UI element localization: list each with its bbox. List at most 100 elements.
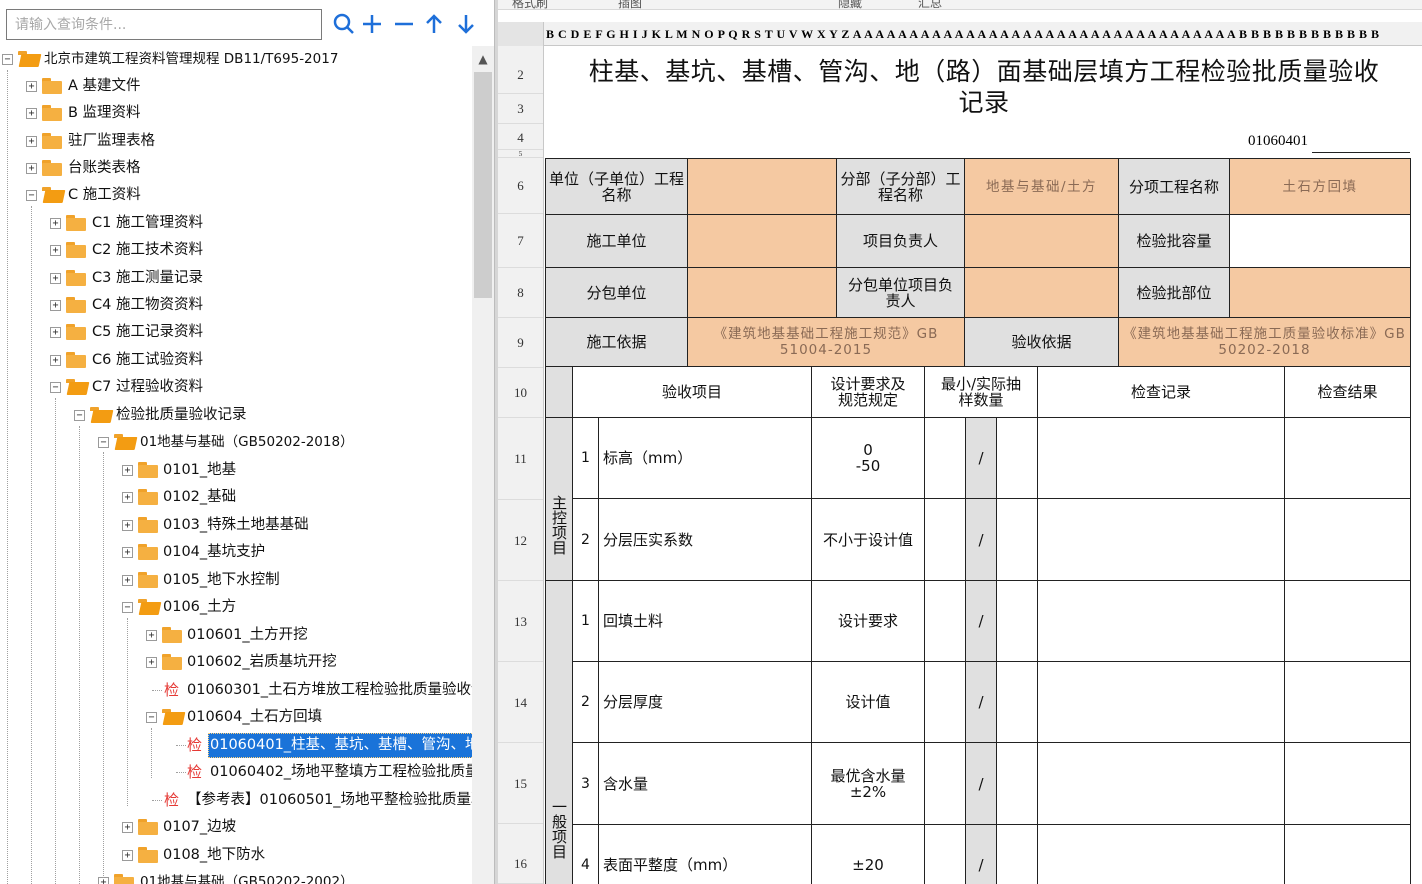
min-sample-cell[interactable] (924, 417, 966, 499)
expand-icon[interactable]: + (146, 630, 157, 641)
collapse-icon[interactable]: − (26, 190, 37, 201)
row-number[interactable]: 13 (498, 581, 543, 662)
expand-icon[interactable]: + (26, 81, 37, 92)
acceptance-basis-cell[interactable]: 《建筑地基基础工程施工质量验收标准》GB 50202-2018 (1118, 317, 1411, 367)
arrow-down-icon[interactable] (452, 9, 480, 39)
batch-capacity-cell[interactable] (1229, 214, 1411, 268)
tree-node-ref[interactable]: 检 【参考表】01060501_场地平整检验批质量验收记录 (0, 787, 472, 814)
sub-division-cell[interactable]: 地基与基础/土方 (964, 158, 1119, 215)
batch-location-cell[interactable] (1229, 267, 1411, 318)
insert-image-button[interactable]: 插图 (618, 0, 642, 9)
collapse-icon[interactable]: − (98, 437, 109, 448)
remove-icon[interactable] (390, 9, 418, 39)
row-number[interactable]: 5 (498, 150, 543, 158)
row-number[interactable]: 9 (498, 318, 543, 368)
expand-icon[interactable]: + (122, 492, 133, 503)
add-icon[interactable] (358, 9, 386, 39)
row-number[interactable]: 15 (498, 743, 543, 824)
row-number[interactable]: 6 (498, 158, 543, 214)
inspection-record-cell[interactable] (1037, 498, 1285, 581)
min-sample-cell[interactable] (924, 661, 966, 743)
row-number[interactable]: 11 (498, 418, 543, 500)
subcontractor-pm-cell[interactable] (964, 267, 1119, 318)
scroll-thumb[interactable] (474, 72, 492, 298)
row-number[interactable]: 16 (498, 824, 543, 884)
actual-sample-cell[interactable] (996, 742, 1038, 825)
row-number[interactable]: 4 (498, 126, 543, 150)
expand-icon[interactable]: + (26, 108, 37, 119)
inspection-result-cell[interactable] (1284, 742, 1411, 825)
inspection-result-cell[interactable] (1284, 580, 1411, 662)
expand-icon[interactable]: + (122, 520, 133, 531)
actual-sample-cell[interactable] (996, 580, 1038, 662)
actual-sample-cell[interactable] (996, 824, 1038, 884)
expand-icon[interactable]: + (50, 355, 61, 366)
subcontractor-cell[interactable] (687, 267, 837, 318)
project-manager-cell[interactable] (964, 214, 1119, 268)
search-input[interactable] (6, 9, 322, 40)
row-number[interactable]: 12 (498, 500, 543, 581)
min-sample-cell[interactable] (924, 824, 966, 884)
inspection-record-cell[interactable] (1037, 742, 1285, 825)
row-number[interactable]: 7 (498, 214, 543, 268)
arrow-up-icon[interactable] (420, 9, 448, 39)
expand-icon[interactable]: + (122, 822, 133, 833)
expand-icon[interactable]: + (122, 850, 133, 861)
folder-icon (66, 215, 86, 231)
hide-button[interactable]: 隐藏 (838, 0, 862, 9)
sample-slash: / (965, 580, 997, 662)
inspection-record-cell[interactable] (1037, 580, 1285, 662)
select-all-corner[interactable] (498, 22, 544, 46)
search-icon[interactable] (330, 9, 358, 39)
contractor-cell[interactable] (687, 214, 837, 268)
tree-node-01060402[interactable]: 检 01060402_场地平整填方工程检验批质量验收记录 (0, 759, 472, 786)
header-inspection-result: 检查结果 (1284, 366, 1411, 418)
inspection-result-cell[interactable] (1284, 498, 1411, 581)
actual-sample-cell[interactable] (996, 661, 1038, 743)
inspection-result-cell[interactable] (1284, 824, 1411, 884)
expand-icon[interactable]: + (50, 300, 61, 311)
row-number[interactable]: 10 (498, 368, 543, 418)
code-input-cell[interactable] (1312, 129, 1410, 153)
min-sample-cell[interactable] (924, 498, 966, 581)
tree-node-01060301[interactable]: 检 01060301_土石方堆放工程检验批质量验收记录 (0, 677, 472, 704)
collapse-icon[interactable]: − (2, 54, 13, 65)
expand-icon[interactable]: + (122, 465, 133, 476)
expand-icon[interactable]: + (50, 327, 61, 338)
row-number[interactable]: 8 (498, 268, 543, 318)
unit-project-cell[interactable] (687, 158, 837, 215)
summary-button[interactable]: 汇总 (918, 0, 942, 9)
collapse-icon[interactable]: − (146, 712, 157, 723)
inspection-result-cell[interactable] (1284, 417, 1411, 499)
collapse-icon[interactable]: − (122, 602, 133, 613)
tree-scrollbar[interactable]: ▲ (472, 46, 494, 884)
inspection-record-cell[interactable] (1037, 661, 1285, 743)
row-number[interactable]: 14 (498, 662, 543, 743)
expand-icon[interactable]: + (50, 218, 61, 229)
scroll-up-icon[interactable]: ▲ (472, 46, 494, 72)
expand-icon[interactable]: + (26, 136, 37, 147)
min-sample-cell[interactable] (924, 580, 966, 662)
item-project-cell[interactable]: 土石方回填 (1229, 158, 1411, 215)
inspection-result-cell[interactable] (1284, 661, 1411, 743)
expand-icon[interactable]: + (122, 575, 133, 586)
collapse-icon[interactable]: − (50, 382, 61, 393)
min-sample-cell[interactable] (924, 742, 966, 825)
actual-sample-cell[interactable] (996, 417, 1038, 499)
inspection-record-cell[interactable] (1037, 824, 1285, 884)
item-requirement: 设计值 (811, 661, 925, 743)
row-number[interactable]: 3 (498, 94, 543, 124)
expand-icon[interactable]: + (98, 877, 109, 884)
row-number[interactable]: 2 (498, 56, 543, 94)
construction-basis-cell[interactable]: 《建筑地基基础工程施工规范》GB 51004-2015 (687, 317, 965, 367)
expand-icon[interactable]: + (50, 273, 61, 284)
tree-node-01060401-selected[interactable]: 检 01060401_柱基、基坑、基槽、管沟、地 (0, 732, 472, 759)
format-painter-button[interactable]: 格式刷 (512, 0, 548, 9)
expand-icon[interactable]: + (146, 657, 157, 668)
expand-icon[interactable]: + (122, 547, 133, 558)
expand-icon[interactable]: + (50, 245, 61, 256)
collapse-icon[interactable]: − (74, 410, 85, 421)
actual-sample-cell[interactable] (996, 498, 1038, 581)
expand-icon[interactable]: + (26, 163, 37, 174)
inspection-record-cell[interactable] (1037, 417, 1285, 499)
